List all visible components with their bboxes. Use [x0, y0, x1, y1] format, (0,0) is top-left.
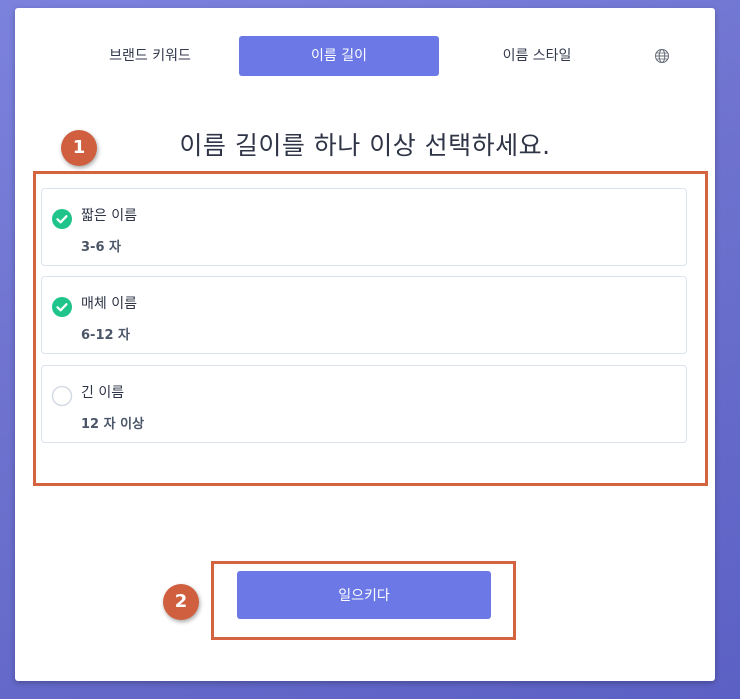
globe-icon[interactable]: [654, 48, 670, 64]
annotation-badge-1: 1: [61, 130, 97, 166]
option-short-name[interactable]: 짧은 이름 3-6 자: [41, 188, 687, 266]
tab-bar: 브랜드 키워드 이름 길이 이름 스타일: [15, 36, 715, 76]
option-medium-name[interactable]: 매체 이름 6-12 자: [41, 276, 687, 354]
name-generator-card: 브랜드 키워드 이름 길이 이름 스타일 이름 길이를 하나 이상 선택하세요.…: [15, 8, 715, 681]
option-label: 매체 이름: [81, 296, 137, 312]
tab-name-length[interactable]: 이름 길이: [239, 36, 439, 76]
option-char-range: 6-12 자: [81, 328, 131, 343]
option-label: 긴 이름: [81, 385, 125, 401]
check-circle-icon: [52, 297, 72, 317]
generate-button[interactable]: 일으키다: [237, 571, 491, 619]
page-title: 이름 길이를 하나 이상 선택하세요.: [179, 131, 551, 160]
option-char-range: 3-6 자: [81, 240, 121, 255]
annotation-badge-2: 2: [163, 584, 199, 620]
check-circle-icon: [52, 209, 72, 229]
empty-circle-icon: [51, 385, 73, 407]
option-long-name[interactable]: 긴 이름 12 자 이상: [41, 365, 687, 443]
option-char-range: 12 자 이상: [81, 417, 145, 432]
tab-name-style[interactable]: 이름 스타일: [457, 36, 617, 76]
option-label: 짧은 이름: [81, 208, 137, 224]
tab-brand-keyword[interactable]: 브랜드 키워드: [70, 36, 230, 76]
